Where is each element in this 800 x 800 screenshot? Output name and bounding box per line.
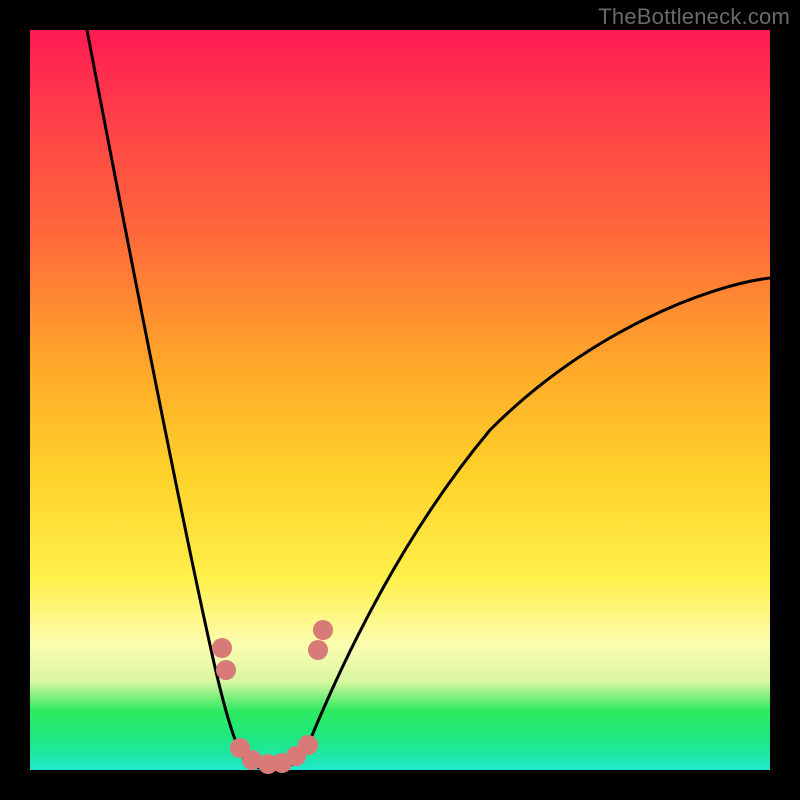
- marker-dot: [313, 620, 333, 640]
- marker-dot: [308, 640, 328, 660]
- marker-dot: [216, 660, 236, 680]
- marker-dot: [298, 735, 318, 755]
- bottleneck-curve: [30, 30, 770, 770]
- marker-dot: [212, 638, 232, 658]
- curve-right-branch: [302, 278, 770, 760]
- plot-area: [30, 30, 770, 770]
- chart-frame: TheBottleneck.com: [0, 0, 800, 800]
- attribution-label: TheBottleneck.com: [598, 4, 790, 30]
